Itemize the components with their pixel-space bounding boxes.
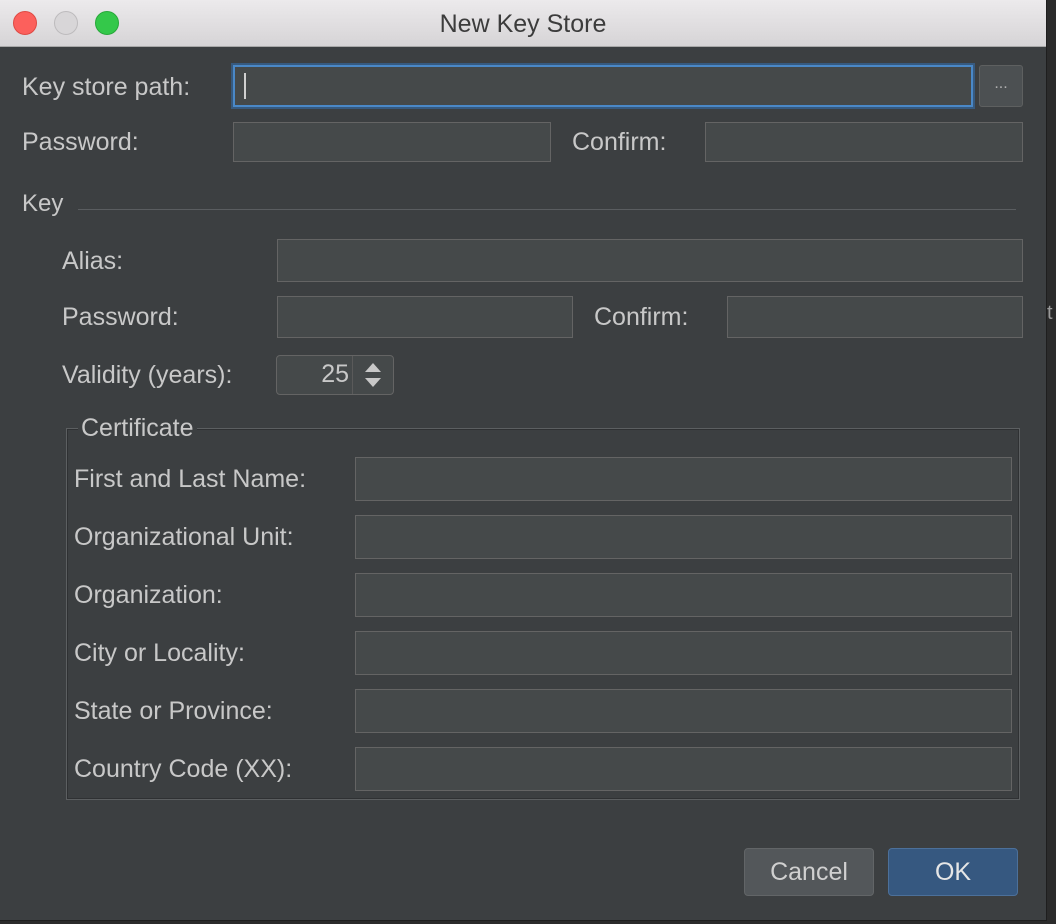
organization-input[interactable]: [355, 573, 1012, 617]
city-locality-label: City or Locality:: [74, 639, 245, 667]
first-last-name-label: First and Last Name:: [74, 465, 307, 493]
certificate-legend: Certificate: [78, 413, 197, 443]
increment-arrow-icon[interactable]: [365, 363, 381, 372]
decrement-arrow-icon[interactable]: [365, 378, 381, 387]
dialog-title: New Key Store: [439, 10, 607, 38]
key-confirm-label: Confirm:: [594, 303, 689, 331]
keystore-confirm-input[interactable]: [705, 122, 1023, 162]
state-province-label: State or Province:: [74, 697, 273, 725]
key-password-input[interactable]: [277, 296, 573, 338]
keystore-password-label: Password:: [22, 128, 139, 156]
text-caret: [244, 73, 246, 99]
country-code-input[interactable]: [355, 747, 1012, 791]
key-store-path-input[interactable]: [233, 65, 973, 107]
keystore-password-input[interactable]: [233, 122, 551, 162]
alias-input[interactable]: [277, 239, 1023, 282]
title-bar: New Key Store: [0, 0, 1046, 47]
organizational-unit-input[interactable]: [355, 515, 1012, 559]
country-code-label: Country Code (XX):: [74, 755, 293, 783]
key-password-label: Password:: [62, 303, 179, 331]
alias-label: Alias:: [62, 247, 124, 275]
validity-label: Validity (years):: [62, 361, 233, 389]
organization-label: Organization:: [74, 581, 223, 609]
key-section-separator: [78, 209, 1016, 210]
browse-button[interactable]: ...: [979, 65, 1023, 107]
cancel-button[interactable]: Cancel: [744, 848, 874, 896]
organizational-unit-label: Organizational Unit:: [74, 523, 294, 551]
key-confirm-input[interactable]: [727, 296, 1023, 338]
validity-value: 25: [321, 360, 349, 388]
city-locality-input[interactable]: [355, 631, 1012, 675]
offscreen-text-fragment: t: [1047, 302, 1053, 324]
key-section-label: Key: [22, 190, 64, 217]
first-last-name-input[interactable]: [355, 457, 1012, 501]
ok-button[interactable]: OK: [888, 848, 1018, 896]
state-province-input[interactable]: [355, 689, 1012, 733]
validity-spinner[interactable]: 25: [276, 355, 394, 395]
key-store-path-label: Key store path:: [22, 73, 191, 101]
new-key-store-dialog: New Key Store Key store path: ... Passwo…: [0, 0, 1047, 921]
keystore-confirm-label: Confirm:: [572, 128, 667, 156]
spinner-buttons[interactable]: [352, 356, 394, 394]
